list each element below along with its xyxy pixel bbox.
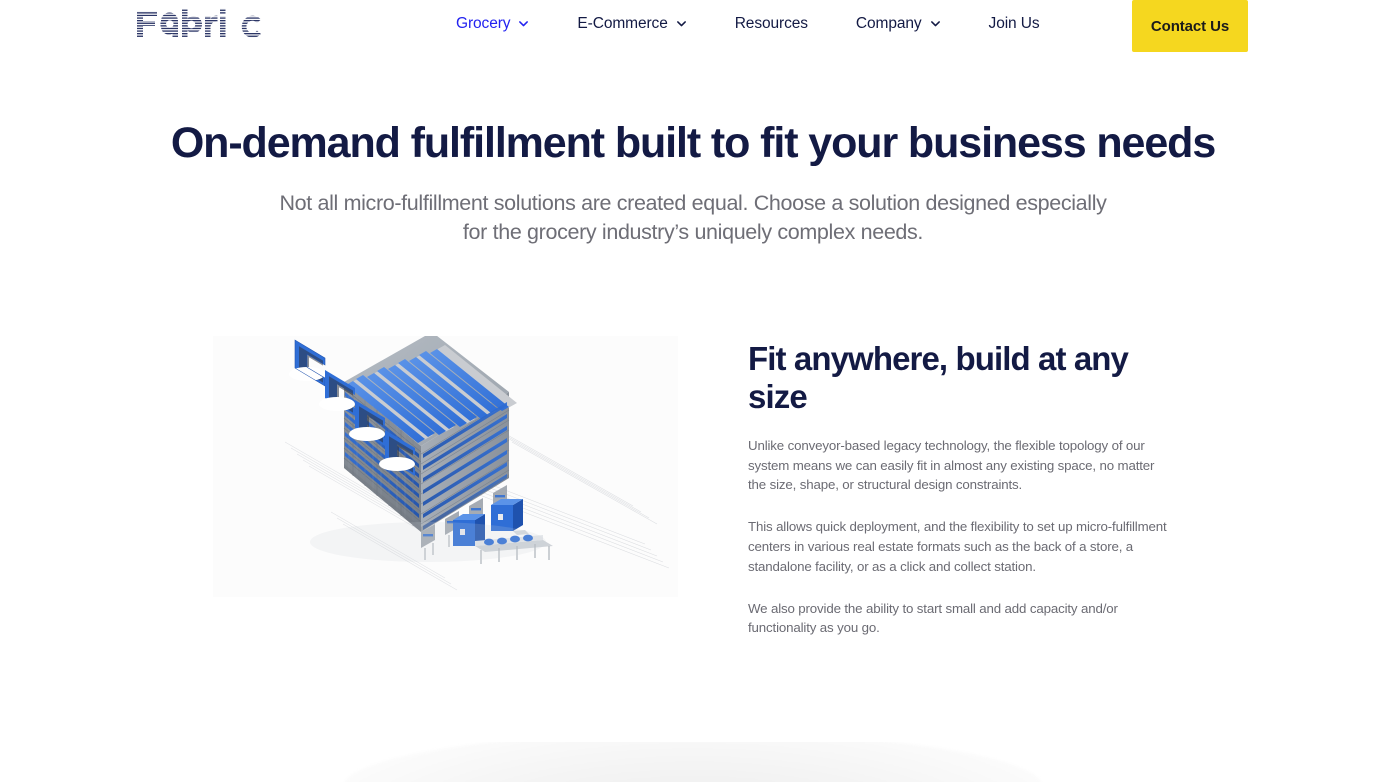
feature-title: Fit anywhere, build at any size [748,340,1129,415]
nav-item-label: Join Us [988,15,1040,32]
site-header: Grocery E-Commerce Resources Company Joi… [0,0,1386,52]
hero-subtitle: Not all micro-fulfillment solutions are … [279,190,1107,245]
page-title: On-demand fulfillment built to fit your … [170,119,1216,167]
nav-item-join-us[interactable]: Join Us [965,13,1064,35]
nav-item-label: Grocery [456,15,511,32]
nav-item-e-commerce[interactable]: E-Commerce [553,13,710,35]
next-section-peek-shape [343,742,1043,782]
next-section-peek [0,742,1386,782]
feature-section: Fit anywhere, build at any size Unlike c… [213,336,1173,638]
feature-paragraph: Unlike conveyor-based legacy technology,… [748,437,1155,493]
feature-text-block: Fit anywhere, build at any size Unlike c… [748,336,1173,638]
chevron-down-icon [518,18,529,29]
feature-paragraph: This allows quick deployment, and the fl… [748,519,1167,574]
hero-section: On-demand fulfillment built to fit your … [0,118,1386,248]
nav-item-resources[interactable]: Resources [711,13,832,35]
fabric-wordmark-icon [135,7,263,41]
warehouse-isometric-icon [213,336,678,597]
primary-nav: Grocery E-Commerce Resources Company Joi… [440,13,1064,35]
nav-item-grocery[interactable]: Grocery [440,13,553,35]
feature-paragraph: We also provide the ability to start sma… [748,600,1118,636]
contact-us-button[interactable]: Contact Us [1132,0,1248,52]
nav-item-label: E-Commerce [577,15,668,32]
nav-item-label: Company [855,15,922,32]
page-root: Grocery E-Commerce Resources Company Joi… [0,0,1386,782]
fabric-logo[interactable] [135,7,263,41]
chevron-down-icon [676,18,687,29]
nav-item-company[interactable]: Company [832,13,965,35]
feature-illustration [213,336,678,597]
chevron-down-icon [930,18,941,29]
nav-item-label: Resources [734,15,808,32]
